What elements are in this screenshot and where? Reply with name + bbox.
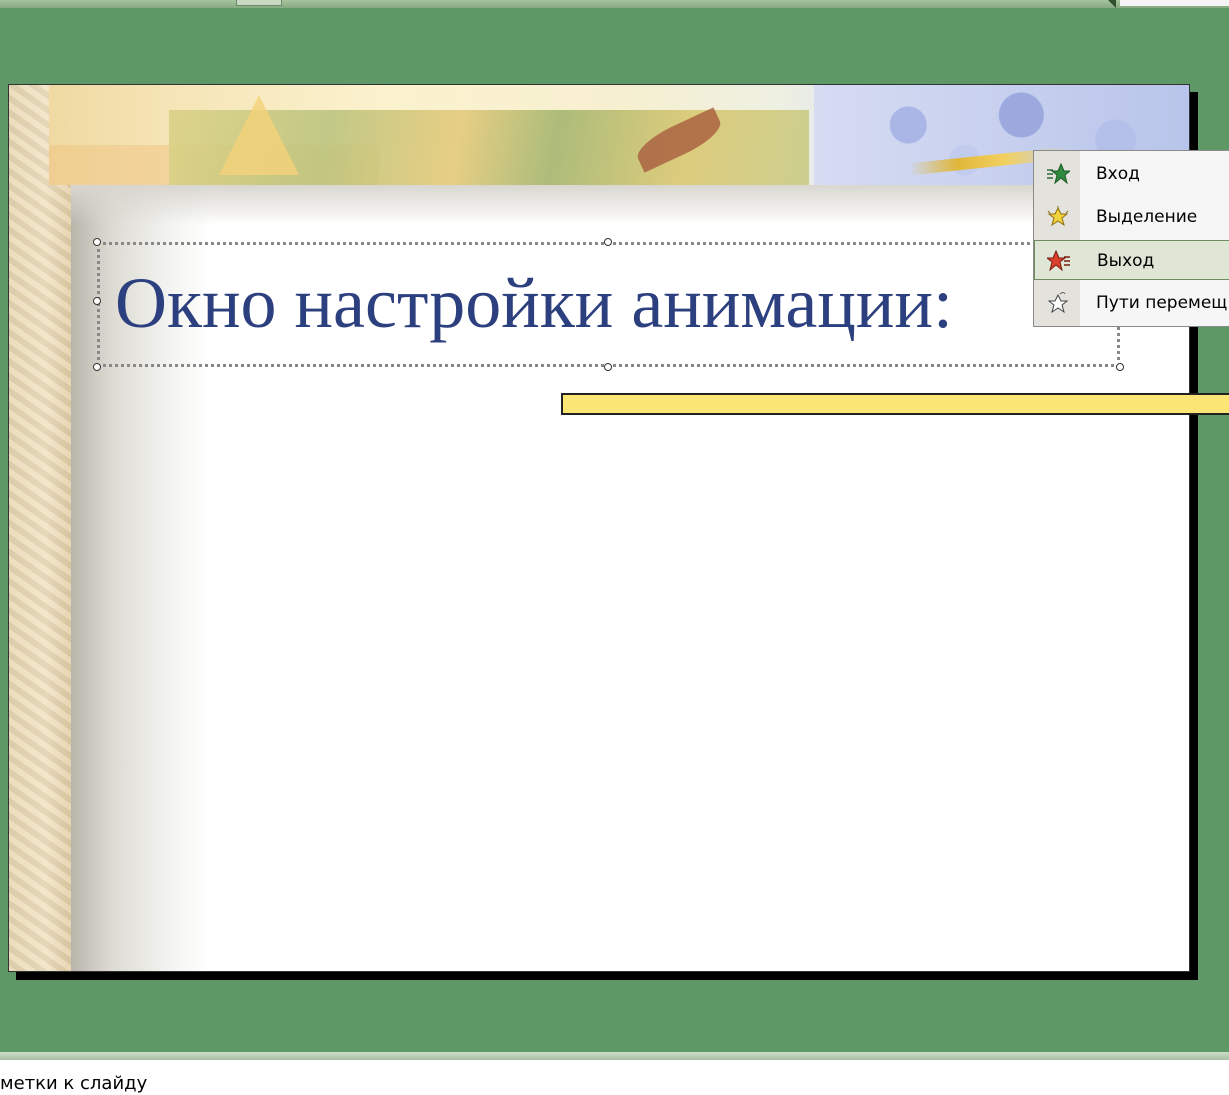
parchment-texture xyxy=(9,85,71,971)
resize-handle-bottom-center[interactable] xyxy=(604,363,612,371)
notes-pane[interactable]: метки к слайду xyxy=(0,1060,1229,1095)
callout-bar xyxy=(561,393,1229,415)
menu-item-emphasis[interactable]: Выделение xyxy=(1034,197,1229,237)
scrollbar-thumb[interactable] xyxy=(236,0,282,6)
menu-item-motion-paths[interactable]: Пути перемещ xyxy=(1034,283,1229,323)
resize-handle-bottom-right[interactable] xyxy=(1116,363,1124,371)
notes-placeholder-text: метки к слайду xyxy=(0,1073,148,1094)
resize-handle-top-center[interactable] xyxy=(604,238,612,246)
notes-splitter[interactable] xyxy=(0,1052,1229,1060)
slide-canvas[interactable] xyxy=(8,84,1190,972)
leaf-image xyxy=(219,95,299,175)
add-effect-menu: Вход Выделение Выход Пути перемещ xyxy=(1033,150,1229,327)
entrance-star-icon xyxy=(1046,162,1072,185)
menu-item-exit[interactable]: Выход xyxy=(1034,240,1229,280)
slide-title[interactable]: Окно настройки анимации: xyxy=(115,258,953,348)
resize-handle-top-left[interactable] xyxy=(93,238,101,246)
resize-handle-bottom-left[interactable] xyxy=(93,363,101,371)
decorative-banner xyxy=(49,85,1189,185)
task-pane-edge xyxy=(1120,0,1229,6)
emphasis-star-icon xyxy=(1046,206,1070,228)
menu-item-label: Пути перемещ xyxy=(1096,293,1228,313)
window-notch xyxy=(1108,0,1116,8)
motion-path-star-icon xyxy=(1046,292,1070,314)
resize-handle-middle-left[interactable] xyxy=(93,297,101,305)
menu-item-label: Выход xyxy=(1097,251,1155,271)
exit-star-icon xyxy=(1045,249,1071,272)
menu-item-label: Вход xyxy=(1096,164,1140,184)
menu-item-label: Выделение xyxy=(1096,207,1198,227)
top-window-edge xyxy=(0,0,1229,8)
menu-item-entrance[interactable]: Вход xyxy=(1034,154,1229,194)
